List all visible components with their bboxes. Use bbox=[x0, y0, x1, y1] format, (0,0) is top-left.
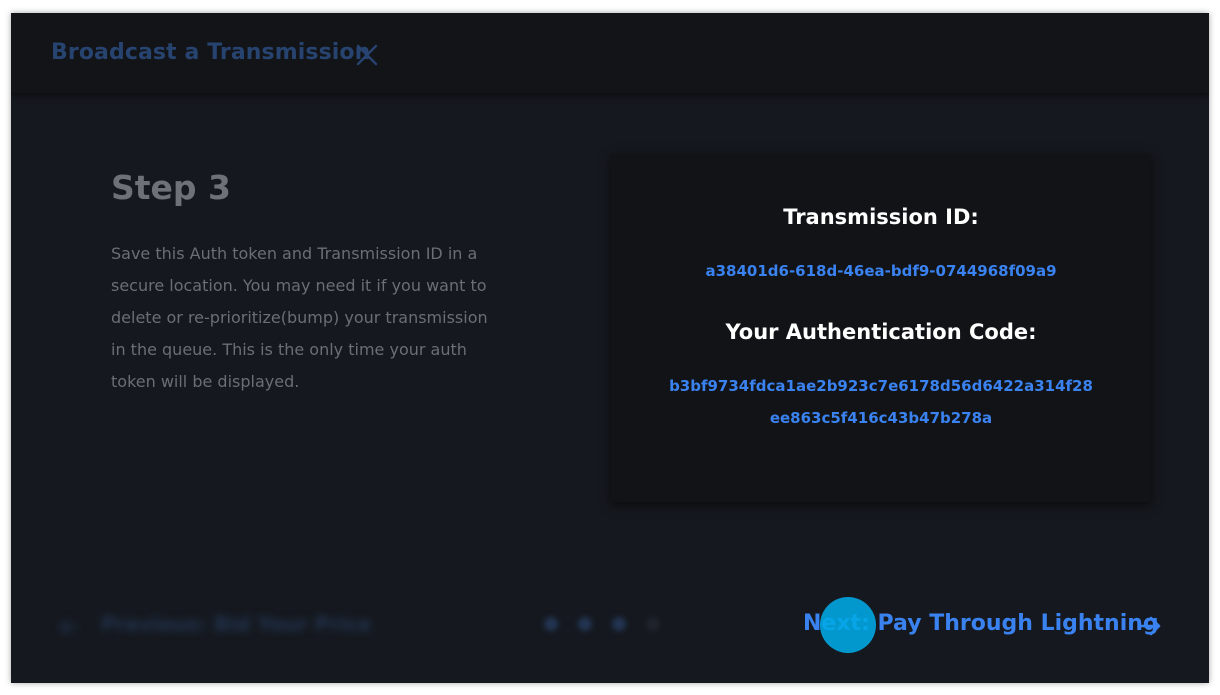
previous-button[interactable]: Previous: Bid Your Price bbox=[101, 612, 371, 636]
arrow-right-icon bbox=[1138, 616, 1161, 636]
transmission-id-value: a38401d6-618d-46ea-bdf9-0744968f09a9 bbox=[705, 262, 1057, 280]
step-dot-2 bbox=[578, 617, 592, 631]
auth-code-label: Your Authentication Code: bbox=[725, 320, 1037, 344]
auth-code-value-line-2: ee863c5f416c43b47b278a bbox=[769, 409, 993, 427]
previous-arrow-icon bbox=[59, 617, 79, 637]
step-dot-1 bbox=[544, 617, 558, 631]
broadcast-modal: Broadcast a Transmission Step 3 Save thi… bbox=[11, 13, 1209, 683]
transmission-id-label: Transmission ID: bbox=[783, 205, 979, 229]
auth-code-value-line-1: b3bf9734fdca1ae2b923c7e6178d56d6422a314f… bbox=[669, 377, 1093, 395]
close-icon bbox=[356, 44, 378, 66]
click-indicator bbox=[820, 597, 876, 653]
close-button[interactable] bbox=[355, 43, 379, 67]
step-dot-3 bbox=[612, 617, 626, 631]
modal-header: Broadcast a Transmission bbox=[11, 13, 1209, 93]
modal-title: Broadcast a Transmission bbox=[51, 40, 371, 65]
step-dot-4 bbox=[646, 617, 660, 631]
step-description: Save this Auth token and Transmission ID… bbox=[111, 244, 488, 391]
credentials-card: Transmission ID: a38401d6-618d-46ea-bdf9… bbox=[611, 154, 1151, 502]
step-title: Step 3 bbox=[111, 168, 231, 207]
